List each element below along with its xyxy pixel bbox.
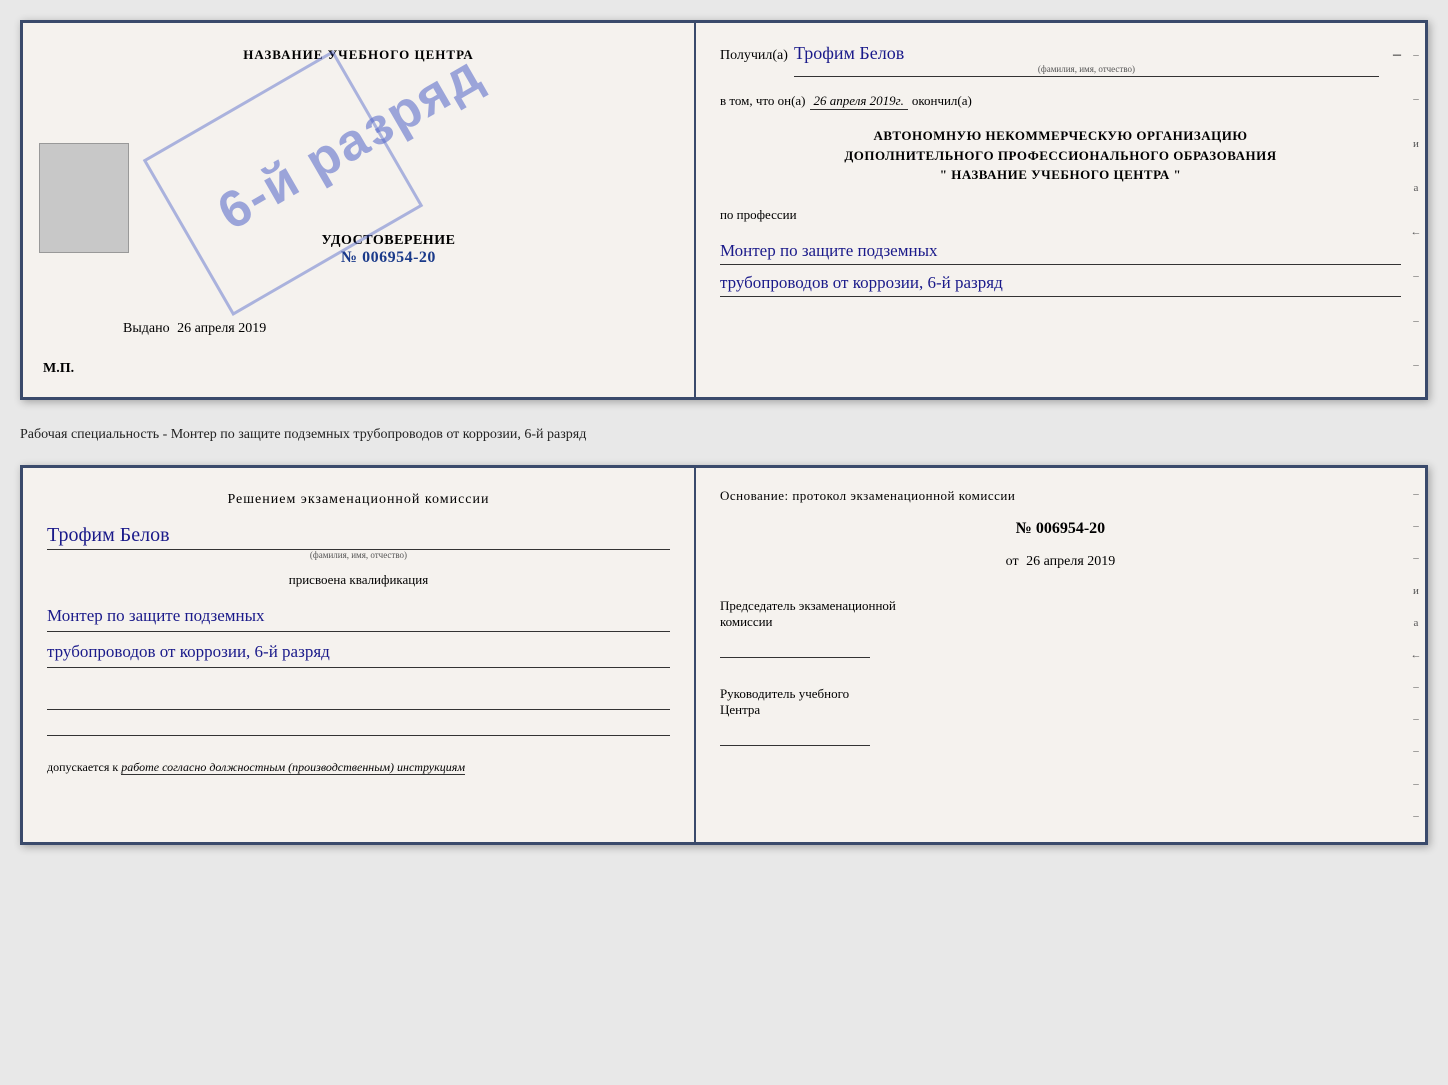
- profession-line1: Монтер по защите подземных: [720, 237, 1401, 265]
- vtom-date: 26 апреля 2019г.: [810, 93, 908, 110]
- ot-date: 26 апреля 2019: [1026, 554, 1115, 569]
- dopuskaetsya-block: допускается к работе согласно должностны…: [47, 760, 670, 775]
- blank-lines: [47, 686, 670, 738]
- org-line3: " НАЗВАНИЕ УЧЕБНОГО ЦЕНТРА ": [720, 165, 1401, 185]
- top-right-page: Получил(а) Трофим Белов (фамилия, имя, о…: [696, 23, 1425, 397]
- org-line1: АВТОНОМНУЮ НЕКОММЕРЧЕСКУЮ ОРГАНИЗАЦИЮ: [720, 126, 1401, 146]
- stamp-overlay: 6-й разряд: [123, 63, 363, 303]
- rukovoditel-signature-line: [720, 722, 870, 746]
- bottom-document: Решением экзаменационной комиссии Трофим…: [20, 465, 1428, 845]
- udost-label: УДОСТОВЕРЕНИЕ: [322, 233, 456, 249]
- profession-block: Монтер по защите подземных трубопроводов…: [720, 233, 1401, 297]
- dash-top: –: [1393, 46, 1401, 64]
- chairman-signature-line: [720, 634, 870, 658]
- chairman-line1: Председатель экзаменационной: [720, 598, 1401, 614]
- rukovoditel-line1: Руководитель учебного: [720, 686, 1401, 702]
- fio-caption-bottom: (фамилия, имя, отчество): [47, 550, 670, 560]
- top-left-page: НАЗВАНИЕ УЧЕБНОГО ЦЕНТРА 6-й разряд УДОС…: [23, 23, 696, 397]
- udost-num: № 006954-20: [322, 249, 456, 267]
- vydano-label: Выдано: [123, 321, 170, 336]
- blank-line-2: [47, 712, 670, 736]
- page-wrapper: НАЗВАНИЕ УЧЕБНОГО ЦЕНТРА 6-й разряд УДОС…: [20, 20, 1428, 845]
- bottom-name-block: Трофим Белов (фамилия, имя, отчество): [47, 516, 670, 560]
- vtom-label: в том, что он(а): [720, 93, 806, 109]
- prisvoyena-label: присвоена квалификация: [47, 572, 670, 588]
- bottom-name: Трофим Белов: [47, 524, 670, 550]
- chairman-line2: комиссии: [720, 614, 1401, 630]
- okonchil-label: окончил(а): [912, 93, 972, 109]
- rukovoditel-block: Руководитель учебного Центра: [720, 686, 1401, 750]
- vydano-line: Выдано 26 апреля 2019: [123, 321, 266, 337]
- profession-line2: трубопроводов от коррозии, 6-й разряд: [720, 269, 1401, 297]
- blank-line-1: [47, 686, 670, 710]
- top-left-title: НАЗВАНИЕ УЧЕБНОГО ЦЕНТРА: [243, 47, 474, 63]
- qualification-block: Монтер по защите подземных трубопроводов…: [47, 596, 670, 668]
- resheniem-label: Решением экзаменационной комиссии: [47, 492, 670, 508]
- protocol-num: № 006954-20: [720, 520, 1401, 538]
- po-professii: по профессии: [720, 207, 1401, 223]
- udost-block: УДОСТОВЕРЕНИЕ № 006954-20: [322, 233, 456, 267]
- chairman-block: Председатель экзаменационной комиссии: [720, 598, 1401, 662]
- org-block: АВТОНОМНУЮ НЕКОММЕРЧЕСКУЮ ОРГАНИЗАЦИЮ ДО…: [720, 126, 1401, 185]
- poluchil-name: Трофим Белов (фамилия, имя, отчество): [794, 43, 1379, 77]
- stamp-text: 6-й разряд: [208, 43, 493, 242]
- sidebar-marks-bottom: – – – и а ← – – – – –: [1407, 468, 1425, 842]
- sidebar-marks-top: – – и а ← – – –: [1407, 23, 1425, 397]
- vydano-date: 26 апреля 2019: [177, 321, 266, 336]
- dopuskaetsya-label: допускается к: [47, 760, 118, 774]
- qualification-line2: трубопроводов от коррозии, 6-й разряд: [47, 638, 670, 668]
- ot-prefix: от: [1006, 554, 1019, 569]
- mp-label: М.П.: [43, 361, 74, 377]
- bottom-right-page: Основание: протокол экзаменационной коми…: [696, 468, 1425, 842]
- separator-text: Рабочая специальность - Монтер по защите…: [20, 416, 1428, 449]
- org-line2: ДОПОЛНИТЕЛЬНОГО ПРОФЕССИОНАЛЬНОГО ОБРАЗО…: [720, 146, 1401, 166]
- qualification-line1: Монтер по защите подземных: [47, 602, 670, 632]
- rukovoditel-line2: Центра: [720, 702, 1401, 718]
- dopuskaetsya-value: работе согласно должностным (производств…: [121, 760, 465, 775]
- ot-date-block: от 26 апреля 2019: [720, 554, 1401, 570]
- fio-caption-top: (фамилия, имя, отчество): [794, 64, 1379, 74]
- poluchil-label: Получил(а): [720, 48, 788, 64]
- top-document: НАЗВАНИЕ УЧЕБНОГО ЦЕНТРА 6-й разряд УДОС…: [20, 20, 1428, 400]
- photo-placeholder: [39, 143, 129, 253]
- poluchil-row: Получил(а) Трофим Белов (фамилия, имя, о…: [720, 43, 1401, 77]
- vtom-row: в том, что он(а) 26 апреля 2019г. окончи…: [720, 93, 1401, 110]
- stamp-border: [143, 50, 424, 316]
- osnovanie-label: Основание: протокол экзаменационной коми…: [720, 488, 1401, 504]
- bottom-left-page: Решением экзаменационной комиссии Трофим…: [23, 468, 696, 842]
